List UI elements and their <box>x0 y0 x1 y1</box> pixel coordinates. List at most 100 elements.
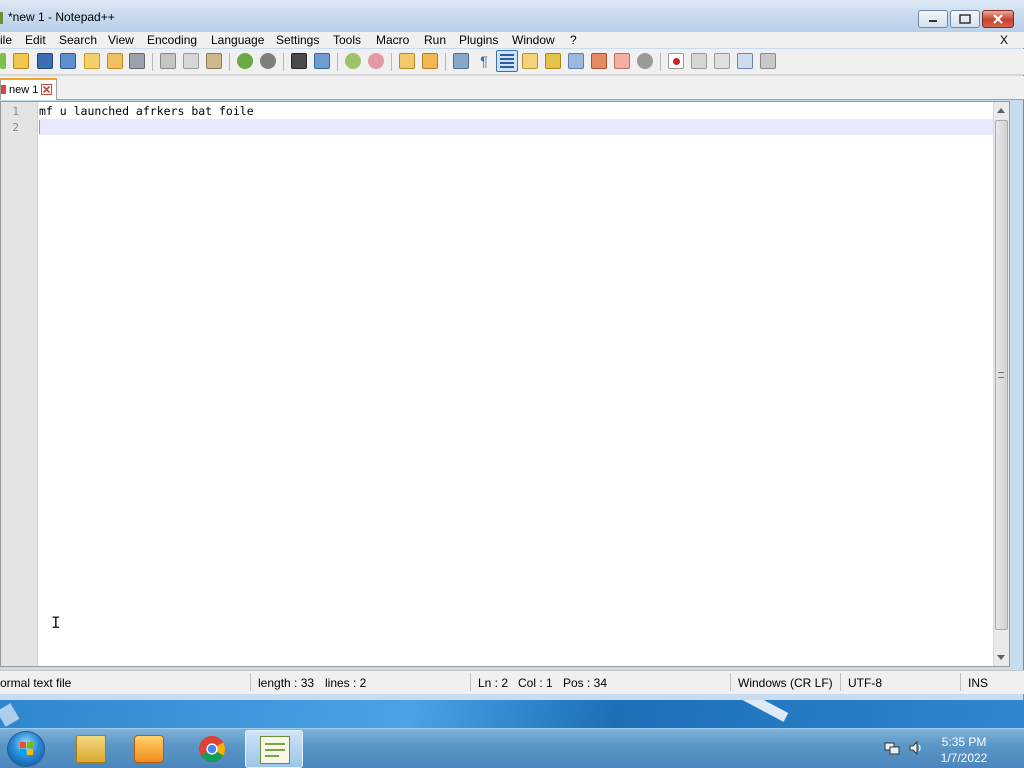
close-document-button[interactable]: X <box>1000 33 1008 47</box>
menu-run[interactable]: Run <box>424 33 446 47</box>
toolbar: ¶ <box>0 49 1024 75</box>
cut-icon[interactable] <box>160 53 176 69</box>
menu-edit[interactable]: Edit <box>25 33 46 47</box>
editor-area[interactable]: 1 2 mf u launched afrkers bat foile I <box>0 101 1010 667</box>
close-icon[interactable] <box>84 53 100 69</box>
clock-date[interactable]: 1/7/2022 <box>934 751 994 765</box>
word-wrap-icon[interactable] <box>453 53 469 69</box>
media-player-icon <box>134 735 164 763</box>
chrome-icon <box>198 735 226 763</box>
replace-icon[interactable] <box>314 53 330 69</box>
open-file-icon[interactable] <box>13 53 29 69</box>
tab-new-1[interactable]: new 1 <box>0 78 57 100</box>
play-macro-icon[interactable] <box>714 53 730 69</box>
save-macro-icon[interactable] <box>760 53 776 69</box>
toolbar-separator <box>660 53 661 71</box>
scroll-down-arrow-icon[interactable] <box>997 655 1005 660</box>
run-macro-multiple-icon[interactable] <box>737 53 753 69</box>
indent-guide-icon <box>500 54 514 68</box>
menu-view[interactable]: View <box>108 33 134 47</box>
panel-icon[interactable] <box>637 53 653 69</box>
taskbar-notepad-plus-plus[interactable] <box>245 730 303 768</box>
close-icon <box>993 14 1003 24</box>
current-line-highlight <box>39 119 995 135</box>
save-all-icon[interactable] <box>60 53 76 69</box>
toolbar-separator <box>152 53 153 71</box>
status-insert-mode[interactable]: INS <box>968 676 988 690</box>
monitoring-icon[interactable] <box>591 53 607 69</box>
window-title: *new 1 - Notepad++ <box>8 10 115 24</box>
maximize-button[interactable] <box>950 10 980 28</box>
toolbar-separator <box>337 53 338 71</box>
volume-icon[interactable] <box>908 740 924 756</box>
window-controls <box>918 10 1014 28</box>
print-icon[interactable] <box>129 53 145 69</box>
menu-plugins[interactable]: Plugins <box>459 33 498 47</box>
status-eol[interactable]: Windows (CR LF) <box>738 676 833 690</box>
paste-icon[interactable] <box>206 53 222 69</box>
doc-map-icon[interactable] <box>522 53 538 69</box>
tab-close-button[interactable] <box>41 84 52 95</box>
start-button[interactable] <box>7 731 45 767</box>
toolbar-separator <box>283 53 284 71</box>
title-bar[interactable]: *new 1 - Notepad++ <box>0 0 1024 32</box>
show-all-characters-icon[interactable]: ¶ <box>476 53 492 69</box>
toolbar-separator <box>445 53 446 71</box>
i-beam-cursor: I <box>51 613 61 632</box>
menu-bar: ile Edit Search View Encoding Language S… <box>0 32 1024 48</box>
menu-language[interactable]: Language <box>211 33 264 47</box>
function-list-icon[interactable] <box>545 53 561 69</box>
notepad-plus-plus-window: *new 1 - Notepad++ ile Edit Search View … <box>0 0 1024 700</box>
status-col: Col : 1 <box>518 676 553 690</box>
menu-settings[interactable]: Settings <box>276 33 319 47</box>
status-file-type: ormal text file <box>0 676 72 690</box>
clock-time[interactable]: 5:35 PM <box>934 735 994 749</box>
menu-window[interactable]: Window <box>512 33 555 47</box>
menu-encoding[interactable]: Encoding <box>147 33 197 47</box>
windows-logo-icon <box>20 742 33 755</box>
menu-help[interactable]: ? <box>570 33 577 47</box>
app-icon <box>0 12 3 24</box>
network-icon[interactable] <box>884 740 900 756</box>
zoom-in-icon[interactable] <box>345 53 361 69</box>
minimize-icon <box>929 20 937 22</box>
taskbar-chrome[interactable] <box>183 730 241 768</box>
menu-search[interactable]: Search <box>59 33 97 47</box>
close-icon <box>42 85 51 94</box>
status-pos: Pos : 34 <box>563 676 608 690</box>
close-all-icon[interactable] <box>107 53 123 69</box>
tab-label: new 1 <box>9 84 39 96</box>
new-file-icon[interactable] <box>0 53 6 69</box>
menu-tools[interactable]: Tools <box>333 33 361 47</box>
code-line[interactable]: mf u launched afrkers bat foile <box>39 104 254 118</box>
close-window-button[interactable] <box>982 10 1014 28</box>
user-defined-lang-icon[interactable] <box>614 53 630 69</box>
save-icon[interactable] <box>37 53 53 69</box>
vertical-scrollbar[interactable] <box>993 102 1009 666</box>
copy-icon[interactable] <box>183 53 199 69</box>
status-encoding[interactable]: UTF-8 <box>848 676 882 690</box>
menu-file[interactable]: ile <box>0 33 12 47</box>
sync-horizontal-icon[interactable] <box>422 53 438 69</box>
redo-icon[interactable] <box>260 53 276 69</box>
taskbar-media-player[interactable] <box>120 730 178 768</box>
find-icon[interactable] <box>291 53 307 69</box>
folder-workspace-icon[interactable] <box>568 53 584 69</box>
indent-guide-button[interactable] <box>496 50 518 72</box>
status-lines: lines : 2 <box>325 676 367 690</box>
restore-icon <box>959 14 971 24</box>
menu-macro[interactable]: Macro <box>376 33 409 47</box>
desktop-background <box>0 700 1024 728</box>
record-macro-icon[interactable] <box>668 53 684 69</box>
system-tray: 5:35 PM 1/7/2022 <box>874 729 1014 768</box>
minimize-button[interactable] <box>918 10 948 28</box>
undo-icon[interactable] <box>237 53 253 69</box>
scroll-up-arrow-icon[interactable] <box>997 108 1005 113</box>
zoom-out-icon[interactable] <box>368 53 384 69</box>
stop-macro-icon[interactable] <box>691 53 707 69</box>
taskbar-explorer[interactable] <box>62 730 120 768</box>
sync-vertical-icon[interactable] <box>399 53 415 69</box>
notepad-plus-plus-icon <box>260 736 290 764</box>
toolbar-separator <box>391 53 392 71</box>
line-number-gutter: 1 2 <box>1 102 38 666</box>
